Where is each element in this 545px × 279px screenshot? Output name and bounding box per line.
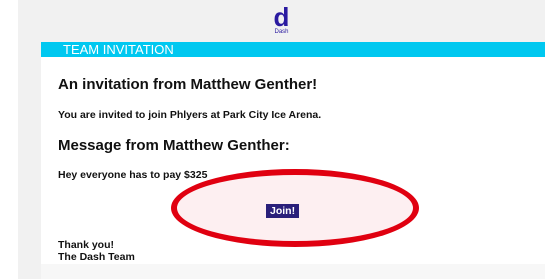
invitation-card: An invitation from Matthew Genther! You …	[41, 57, 545, 264]
team-invitation-banner: TEAM INVITATION	[41, 42, 545, 57]
signoff: Thank you! The Dash Team	[58, 239, 135, 263]
dash-logo: d Dash	[18, 2, 545, 36]
message-heading: Message from Matthew Genther:	[58, 137, 290, 154]
join-button[interactable]: Join!	[266, 204, 300, 218]
footer-band	[41, 264, 545, 279]
message-body: Hey everyone has to pay $325	[58, 169, 208, 181]
invite-text: You are invited to join Phlyers at Park …	[58, 109, 322, 121]
invitation-heading: An invitation from Matthew Genther!	[58, 76, 318, 93]
thanks-line: Thank you!	[58, 239, 115, 251]
team-signature: The Dash Team	[58, 251, 135, 263]
email-frame: d Dash TEAM INVITATION An invitation fro…	[18, 0, 545, 279]
dash-logo-mark: d	[273, 2, 290, 32]
dash-logo-text: Dash	[274, 29, 289, 35]
